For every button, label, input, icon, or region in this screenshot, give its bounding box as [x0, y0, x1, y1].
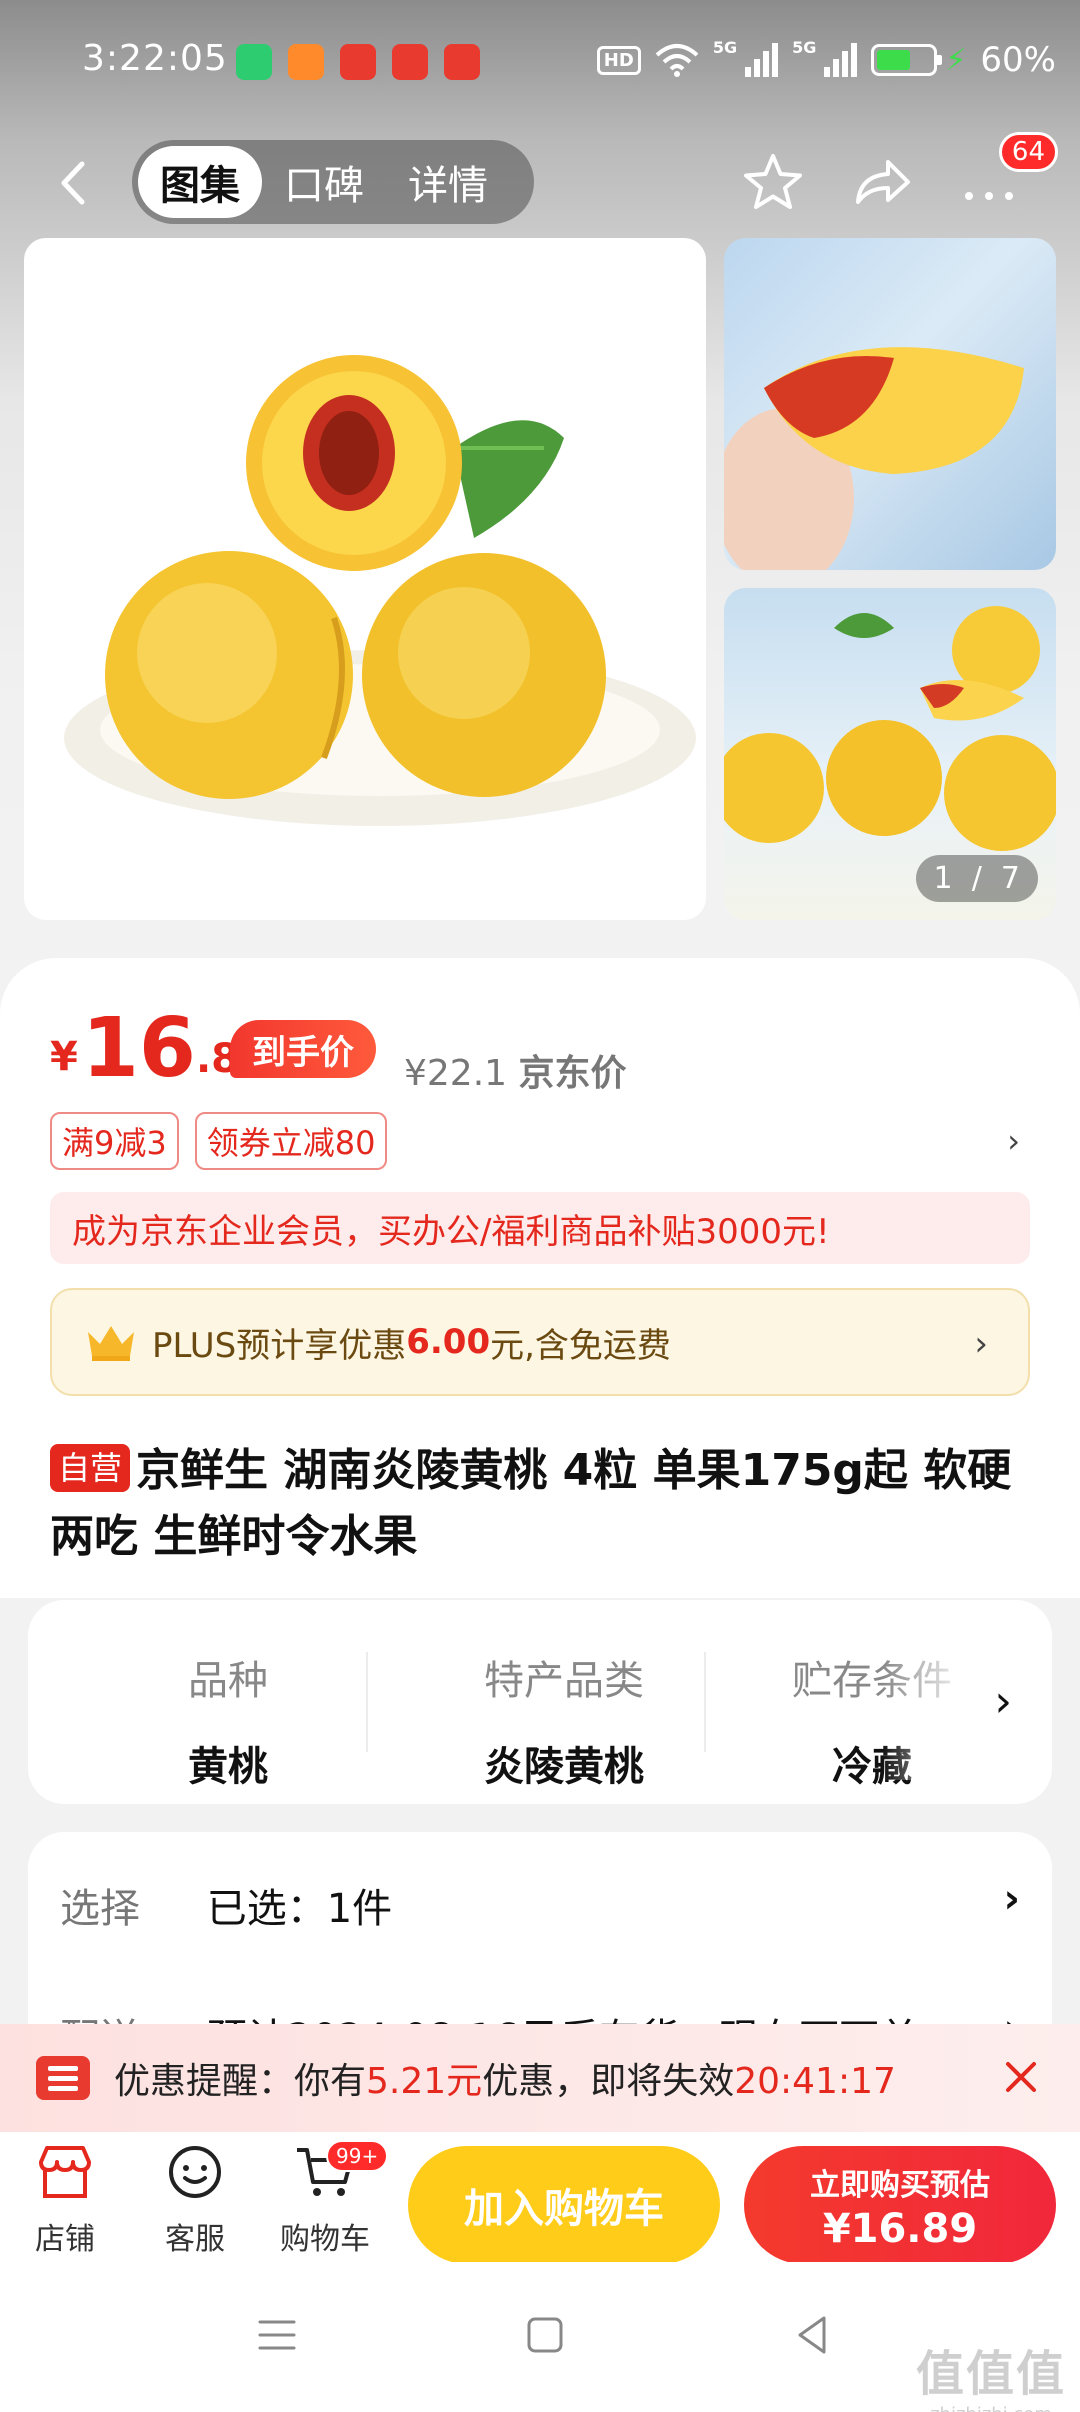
app-notification-icon — [392, 44, 428, 80]
coupon-icon — [36, 2056, 90, 2100]
plus-amount: 6.00 — [406, 1322, 491, 1362]
wifi-icon — [655, 44, 699, 77]
reminder-countdown: 20:41:17 — [734, 2061, 896, 2102]
buy-now-price: ¥16.89 — [822, 2206, 978, 2252]
peach-slice-image — [724, 347, 1024, 570]
product-attributes-card[interactable]: 品种 黄桃 特产品类 炎陵黄桃 贮存条件 冷藏 › — [28, 1600, 1052, 1804]
attribute-item: 特产品类 炎陵黄桃 — [414, 1648, 714, 1792]
enterprise-member-banner[interactable]: 成为京东企业会员，买办公/福利商品补贴3000元! — [50, 1192, 1030, 1264]
chevron-right-icon[interactable]: › — [1007, 1122, 1020, 1160]
watermark-logo: 值值值 — [915, 2346, 1066, 2402]
price-integer: 16 — [81, 1001, 196, 1096]
customer-service-button[interactable]: 客服 — [140, 2140, 250, 2258]
reminder-text: 优惠提醒：你有5.21元优惠，即将失效20:41:17 — [114, 2052, 896, 2104]
plus-discount-banner[interactable]: PLUS预计享优惠 6.00 元,含免运费 › — [50, 1288, 1030, 1396]
fade-overlay — [882, 1630, 972, 1780]
store-button[interactable]: 店铺 — [10, 2140, 120, 2258]
price-currency: ¥ — [50, 1034, 78, 1080]
back-triangle-icon[interactable] — [788, 2310, 838, 2360]
attribute-value: 黄桃 — [188, 1744, 268, 1790]
favorite-star-icon[interactable] — [740, 150, 806, 216]
store-label: 店铺 — [35, 2222, 95, 2257]
promo-tag[interactable]: 领券立减80 — [194, 1112, 388, 1170]
divider — [366, 1652, 368, 1752]
promotion-tags[interactable]: 满9减3 领券立减80 — [50, 1112, 388, 1170]
network-label: 5G — [712, 38, 738, 57]
select-label: 选择 — [60, 1886, 140, 1932]
gallery-thumbnail[interactable]: 1 / 7 — [724, 588, 1056, 920]
plus-prefix: PLUS预计享优惠 — [152, 1325, 407, 1366]
reference-price: ¥22.1 京东价 — [404, 1044, 627, 1096]
top-nav: 图集 口碑 详情 64 — [0, 132, 1080, 228]
customer-service-icon — [169, 2146, 221, 2198]
chevron-right-icon[interactable]: › — [1004, 1876, 1020, 1922]
close-icon[interactable] — [998, 2054, 1044, 2100]
battery-percent: 60% — [980, 40, 1056, 80]
reminder-amount: 5.21元 — [366, 2061, 483, 2102]
bottom-action-bar: 店铺 客服 99+ 购物车 加入购物车 立即购买预估 ¥16.89 — [0, 2132, 1080, 2264]
network-label: 5G — [792, 38, 817, 57]
home-icon[interactable] — [520, 2310, 570, 2360]
customer-service-label: 客服 — [165, 2222, 225, 2257]
signal-icon — [745, 43, 779, 77]
gallery-thumbnail[interactable] — [724, 238, 1056, 570]
tab-bar: 图集 口碑 详情 — [132, 140, 534, 224]
counter-total: 7 — [1000, 861, 1020, 896]
watermark: 值值值 zhizhizhi.com — [916, 2334, 1066, 2412]
tab-reviews[interactable]: 口碑 — [262, 146, 386, 218]
reminder-middle: 优惠，即将失效 — [482, 2061, 735, 2102]
peach-plate-image — [64, 355, 696, 826]
charging-icon: ⚡ — [945, 42, 967, 78]
reference-price-label: 京东价 — [518, 1053, 627, 1094]
status-bar: 3:22:05 HD 5G 5G ⚡ 60% — [0, 0, 1080, 126]
attribute-label: 品种 — [188, 1658, 268, 1704]
product-title-text: 京鲜生 湖南炎陵黄桃 4粒 单果175g起 软硬两吃 生鲜时令水果 — [50, 1445, 1012, 1562]
app-notification-icon — [340, 44, 376, 80]
hd-icon: HD — [596, 45, 641, 75]
final-price-tag: 到手价 — [230, 1020, 376, 1078]
gallery-counter: 1 / 7 — [915, 855, 1038, 902]
battery-icon — [871, 44, 943, 76]
buy-now-label: 立即购买预估 — [810, 2168, 990, 2203]
app-notification-icon — [444, 44, 480, 80]
app-notification-icon — [288, 44, 324, 80]
tab-details[interactable]: 详情 — [386, 146, 510, 218]
counter-current: 1 — [933, 861, 953, 896]
attribute-item: 品种 黄桃 — [78, 1648, 378, 1792]
plus-suffix: 元,含免运费 — [490, 1325, 671, 1366]
attribute-value: 炎陵黄桃 — [484, 1744, 644, 1790]
app-notification-icon — [236, 44, 272, 80]
self-operated-badge: 自营 — [50, 1444, 131, 1492]
main-product-image[interactable] — [24, 238, 706, 920]
status-indicators: HD 5G 5G ⚡ 60% — [596, 38, 1056, 82]
product-title: 自营 京鲜生 湖南炎陵黄桃 4粒 单果175g起 软硬两吃 生鲜时令水果 — [50, 1438, 1030, 1570]
chevron-right-icon: › — [974, 1324, 988, 1364]
reminder-prefix: 优惠提醒：你有 — [114, 2061, 367, 2102]
watermark-url: zhizhizhi.com — [916, 2404, 1066, 2412]
select-row[interactable]: 选择 已选：1件 — [60, 1876, 392, 1934]
reference-price-value: ¥22.1 — [404, 1053, 508, 1094]
share-icon[interactable] — [848, 150, 914, 216]
signal-icon — [824, 43, 858, 77]
cart-label: 购物车 — [280, 2222, 370, 2257]
buy-now-button[interactable]: 立即购买预估 ¥16.89 — [744, 2146, 1056, 2264]
cart-count-badge: 99+ — [326, 2140, 389, 2172]
divider — [704, 1652, 706, 1752]
select-value: 已选：1件 — [206, 1886, 393, 1932]
attribute-label: 特产品类 — [484, 1658, 644, 1704]
add-to-cart-button[interactable]: 加入购物车 — [408, 2146, 720, 2264]
discount-reminder-bar[interactable]: 优惠提醒：你有5.21元优惠，即将失效20:41:17 — [0, 2024, 1080, 2132]
tab-gallery[interactable]: 图集 — [138, 146, 262, 218]
menu-icon[interactable] — [252, 2310, 302, 2360]
status-time: 3:22:05 — [82, 38, 228, 79]
crown-icon — [88, 1326, 134, 1361]
message-count-badge: 64 — [998, 132, 1058, 172]
promo-tag[interactable]: 满9减3 — [50, 1112, 179, 1170]
cart-button[interactable]: 99+ 购物车 — [270, 2140, 389, 2258]
chevron-right-icon[interactable]: › — [994, 1676, 1012, 1727]
back-icon[interactable] — [50, 158, 100, 208]
store-icon — [39, 2146, 91, 2198]
